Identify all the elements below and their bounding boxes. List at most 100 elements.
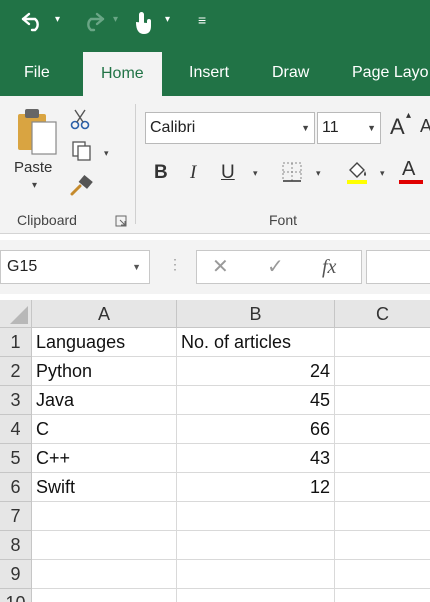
select-all-button[interactable] (0, 300, 32, 328)
cell-c10[interactable] (335, 589, 430, 602)
font-size-select[interactable]: 11 ▼ (317, 112, 381, 144)
clipboard-launcher-icon[interactable] (115, 214, 127, 227)
cell-a3[interactable]: Java (32, 386, 177, 415)
cell-c8[interactable] (335, 531, 430, 560)
font-color-swatch (399, 180, 423, 184)
cell-b5[interactable]: 43 (177, 444, 335, 473)
cell-c3[interactable] (335, 386, 430, 415)
tab-insert[interactable]: Insert (189, 48, 229, 96)
decrease-font-size-icon[interactable]: A (420, 116, 430, 137)
borders-dropdown-icon[interactable]: ▾ (316, 168, 321, 179)
borders-icon[interactable] (281, 161, 303, 183)
cell-a7[interactable] (32, 502, 177, 531)
increase-font-size-arrow-icon: ▴ (406, 110, 412, 121)
cell-b2[interactable]: 24 (177, 357, 335, 386)
chevron-down-icon: ▼ (301, 123, 310, 133)
cell-a1[interactable]: Languages (32, 328, 177, 357)
cell-b4[interactable]: 66 (177, 415, 335, 444)
fill-color-icon[interactable] (345, 158, 369, 186)
group-separator (135, 104, 136, 224)
cut-icon[interactable] (69, 108, 91, 130)
ribbon-tabs: File Home Insert Draw Page Layo (0, 48, 430, 96)
customize-qat-icon[interactable]: ≡ (198, 12, 206, 28)
row-header[interactable]: 1 (0, 328, 32, 357)
font-name-value: Calibri (150, 119, 196, 136)
underline-dropdown-icon[interactable]: ▾ (253, 168, 258, 179)
copy-icon[interactable] (71, 140, 93, 162)
row-header[interactable]: 3 (0, 386, 32, 415)
column-header-a[interactable]: A (32, 300, 177, 328)
chevron-down-icon: ▼ (367, 123, 376, 133)
quick-access-toolbar: ▾ ▾ ▾ ≡ (0, 0, 430, 48)
tab-file[interactable]: File (24, 48, 50, 96)
font-color-letter: A (402, 158, 416, 180)
cancel-icon[interactable]: ✕ (212, 250, 229, 284)
undo-icon[interactable] (20, 10, 46, 40)
cell-a6[interactable]: Swift (32, 473, 177, 502)
enter-icon[interactable]: ✓ (267, 250, 284, 284)
row-header[interactable]: 10 (0, 589, 32, 602)
touch-mode-dropdown-icon[interactable]: ▾ (165, 14, 170, 25)
paste-label[interactable]: Paste (14, 159, 52, 176)
bold-button[interactable]: B (154, 162, 168, 184)
cell-b3[interactable]: 45 (177, 386, 335, 415)
cell-c5[interactable] (335, 444, 430, 473)
font-group-label: Font (269, 212, 298, 228)
cell-c2[interactable] (335, 357, 430, 386)
font-name-select[interactable]: Calibri ▼ (145, 112, 315, 144)
cell-b9[interactable] (177, 560, 335, 589)
cell-b1[interactable]: No. of articles (177, 328, 335, 357)
tab-page-layout[interactable]: Page Layo (352, 48, 429, 96)
column-header-b[interactable]: B (177, 300, 335, 328)
redo-dropdown-icon[interactable]: ▾ (113, 14, 118, 25)
paste-dropdown-icon[interactable]: ▾ (32, 180, 37, 191)
cell-c7[interactable] (335, 502, 430, 531)
tab-draw[interactable]: Draw (272, 48, 309, 96)
worksheet-grid: A B C 1 Languages No. of articles 2 Pyth… (0, 300, 430, 602)
fill-color-dropdown-icon[interactable]: ▾ (380, 168, 385, 179)
copy-dropdown-icon[interactable]: ▾ (104, 148, 109, 159)
cell-c6[interactable] (335, 473, 430, 502)
font-size-value: 11 (322, 119, 339, 136)
redo-icon[interactable] (80, 10, 106, 40)
chevron-down-icon: ▼ (132, 262, 141, 272)
row-header[interactable]: 2 (0, 357, 32, 386)
cell-b10[interactable] (177, 589, 335, 602)
cell-c1[interactable] (335, 328, 430, 357)
format-painter-icon[interactable] (70, 174, 93, 196)
cell-a9[interactable] (32, 560, 177, 589)
undo-dropdown-icon[interactable]: ▾ (55, 14, 60, 25)
formula-input[interactable] (366, 250, 430, 284)
cell-c9[interactable] (335, 560, 430, 589)
cell-a10[interactable] (32, 589, 177, 602)
formula-bar-handle-icon[interactable]: ⋮ (168, 256, 182, 273)
name-box[interactable]: G15 ▼ (0, 250, 150, 284)
insert-function-icon[interactable]: fx (322, 250, 336, 284)
increase-font-size-icon[interactable]: A (390, 114, 405, 140)
cell-a5[interactable]: C++ (32, 444, 177, 473)
row-header[interactable]: 8 (0, 531, 32, 560)
row-header[interactable]: 6 (0, 473, 32, 502)
underline-button[interactable]: U (221, 162, 235, 184)
italic-button[interactable]: I (190, 162, 196, 184)
tab-home[interactable]: Home (83, 52, 162, 96)
clipboard-group-label: Clipboard (17, 212, 77, 228)
touch-mode-icon[interactable] (132, 10, 154, 44)
cell-c4[interactable] (335, 415, 430, 444)
column-header-c[interactable]: C (335, 300, 430, 328)
formula-bar: G15 ▼ ⋮ ✕ ✓ fx (0, 240, 430, 294)
cell-a2[interactable]: Python (32, 357, 177, 386)
cell-b7[interactable] (177, 502, 335, 531)
row-header[interactable]: 9 (0, 560, 32, 589)
row-header[interactable]: 5 (0, 444, 32, 473)
cell-a4[interactable]: C (32, 415, 177, 444)
paste-icon[interactable] (16, 106, 60, 156)
cell-b6[interactable]: 12 (177, 473, 335, 502)
font-color-icon[interactable]: A (398, 156, 424, 186)
cell-a8[interactable] (32, 531, 177, 560)
row-header[interactable]: 4 (0, 415, 32, 444)
row-header[interactable]: 7 (0, 502, 32, 531)
select-all-triangle-icon (10, 306, 28, 324)
cell-b8[interactable] (177, 531, 335, 560)
ribbon-home: Paste ▾ ▾ Clipboard Calibri ▼ 11 ▼ A ▴ A… (0, 96, 430, 234)
